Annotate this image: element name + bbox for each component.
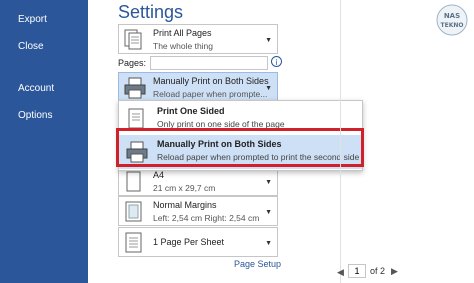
highlight-box (116, 128, 364, 167)
page-number-input[interactable]: 1 (348, 264, 366, 278)
sidebar-item-close[interactable]: Close (18, 41, 44, 52)
pages-input[interactable] (150, 56, 268, 70)
svg-text:TEKNO: TEKNO (441, 22, 464, 29)
preview-divider (340, 0, 341, 283)
pages-per-sheet-dropdown[interactable]: 1 Page Per Sheet ▼ (118, 227, 278, 257)
svg-text:NAS: NAS (444, 12, 460, 20)
chevron-down-icon: ▼ (265, 85, 272, 92)
chevron-down-icon: ▼ (265, 209, 272, 216)
sidebar-item-account[interactable]: Account (18, 83, 54, 94)
paper-size-desc: 21 cm x 29,7 cm (153, 183, 216, 193)
pages-icon (123, 29, 145, 56)
margins-label: Normal Margins (153, 200, 217, 210)
sidebar-item-export[interactable]: Export (18, 14, 47, 25)
info-icon[interactable]: i (271, 56, 282, 67)
page-setup-link[interactable]: Page Setup (234, 259, 281, 269)
margins-icon (123, 201, 145, 228)
print-range-label: Print All Pages (153, 28, 212, 38)
print-range-dropdown[interactable]: Print All Pages The whole thing ▼ (118, 24, 278, 54)
settings-title: Settings (118, 2, 184, 22)
paper-size-label: A4 (153, 170, 165, 180)
chevron-down-icon: ▼ (265, 37, 272, 44)
print-range-desc: The whole thing (153, 41, 214, 51)
page-count: of 2 (370, 266, 386, 276)
sidebar-item-options[interactable]: Options (18, 110, 52, 121)
chevron-down-icon: ▼ (265, 179, 272, 186)
previous-page-icon[interactable]: ◀ (337, 267, 344, 278)
next-page-icon[interactable]: ▶ (391, 266, 398, 277)
menu-item-title: Print One Sided (157, 106, 225, 116)
margins-desc: Left: 2,54 cm Right: 2,54 cm (153, 213, 260, 223)
sheet-icon (123, 232, 145, 259)
duplex-label: Manually Print on Both Sides (153, 76, 269, 86)
nas-tekno-logo: NAS TEKNO (436, 4, 468, 36)
duplex-desc: Reload paper when prompte... (153, 89, 268, 99)
chevron-down-icon: ▼ (265, 240, 272, 247)
paper-icon (123, 171, 145, 198)
duplex-dropdown[interactable]: Manually Print on Both Sides Reload pape… (118, 72, 278, 102)
backstage-sidebar: Export Close Account Options (0, 0, 88, 283)
margins-dropdown[interactable]: Normal Margins Left: 2,54 cm Right: 2,54… (118, 196, 278, 226)
pages-label: Pages: (118, 58, 147, 68)
pages-per-sheet-label: 1 Page Per Sheet (153, 237, 225, 247)
